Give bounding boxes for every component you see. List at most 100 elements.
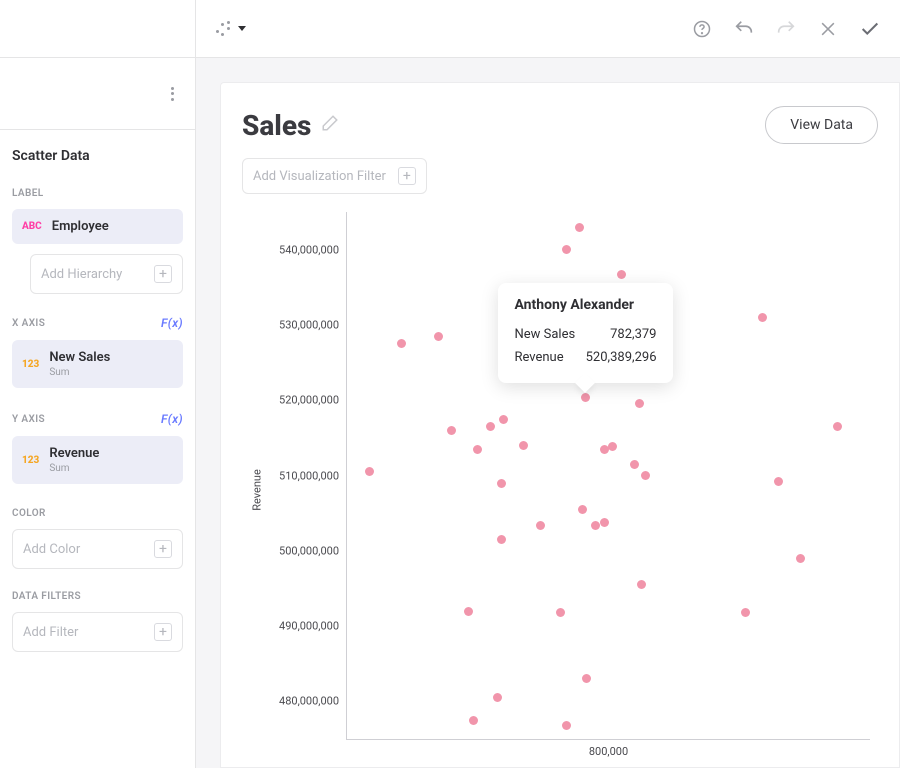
yaxis-heading-text: Y AXIS bbox=[12, 414, 45, 425]
add-color-button[interactable]: Add Color + bbox=[12, 529, 183, 569]
scatter-point[interactable] bbox=[486, 422, 495, 431]
scatter-plot[interactable]: 480,000,000490,000,000500,000,000510,000… bbox=[346, 212, 870, 740]
label-pill-text: Employee bbox=[52, 219, 109, 234]
scatter-point[interactable] bbox=[578, 505, 587, 514]
tooltip-value: 520,389,296 bbox=[586, 350, 657, 365]
plus-icon: + bbox=[154, 540, 172, 558]
scatter-point[interactable] bbox=[469, 716, 478, 725]
toolbar bbox=[196, 0, 900, 58]
scatter-point[interactable] bbox=[608, 442, 617, 451]
help-icon[interactable] bbox=[690, 17, 714, 41]
tooltip-name: Anthony Alexander bbox=[514, 297, 656, 313]
chart-card: Sales View Data Add Visualization Filter… bbox=[220, 82, 900, 768]
scatter-point[interactable] bbox=[591, 521, 600, 530]
scatter-point[interactable] bbox=[562, 721, 571, 730]
scatter-point[interactable] bbox=[562, 245, 571, 254]
scatter-point[interactable] bbox=[575, 223, 584, 232]
y-tick-label: 500,000,000 bbox=[279, 544, 339, 557]
yaxis-pill-agg: Sum bbox=[49, 463, 99, 474]
scatter-point[interactable] bbox=[635, 399, 644, 408]
scatter-point[interactable] bbox=[464, 607, 473, 616]
sidebar-menu-row bbox=[0, 58, 195, 130]
chevron-down-icon[interactable] bbox=[238, 26, 246, 31]
add-visualization-filter-button[interactable]: Add Visualization Filter + bbox=[242, 158, 427, 194]
scatter-point[interactable] bbox=[833, 422, 842, 431]
yaxis-pill-revenue[interactable]: 123 Revenue Sum bbox=[12, 436, 183, 484]
scatter-point[interactable] bbox=[499, 415, 508, 424]
confirm-icon[interactable] bbox=[858, 17, 882, 41]
add-filter-button[interactable]: Add Filter + bbox=[12, 612, 183, 652]
scatter-point[interactable] bbox=[774, 477, 783, 486]
scatter-point[interactable] bbox=[447, 426, 456, 435]
scatter-point[interactable] bbox=[536, 521, 545, 530]
add-color-text: Add Color bbox=[23, 542, 80, 557]
section-xaxis-heading: X AXIS F(x) bbox=[12, 316, 183, 330]
scatter-point[interactable] bbox=[641, 471, 650, 480]
tooltip-key: New Sales bbox=[514, 327, 575, 342]
chart-title: Sales bbox=[242, 109, 311, 142]
add-hierarchy-button[interactable]: Add Hierarchy + bbox=[30, 254, 183, 294]
filters-heading-text: DATA FILTERS bbox=[12, 591, 81, 602]
plus-icon: + bbox=[398, 167, 416, 185]
scatter-point[interactable] bbox=[617, 270, 626, 279]
view-data-button[interactable]: View Data bbox=[765, 106, 878, 144]
edit-title-icon[interactable] bbox=[321, 114, 339, 136]
section-filters-heading: DATA FILTERS bbox=[12, 591, 183, 602]
y-axis-title: Revenue bbox=[250, 469, 263, 511]
fx-icon[interactable]: F(x) bbox=[161, 412, 183, 426]
scatter-point[interactable] bbox=[581, 393, 590, 402]
vis-filter-text: Add Visualization Filter bbox=[253, 169, 386, 184]
add-filter-text: Add Filter bbox=[23, 625, 78, 640]
y-tick-label: 540,000,000 bbox=[279, 243, 339, 256]
x-tick-label: 800,000 bbox=[589, 745, 628, 758]
scatter-point[interactable] bbox=[397, 339, 406, 348]
xaxis-pill-agg: Sum bbox=[49, 367, 110, 378]
scatter-point[interactable] bbox=[365, 467, 374, 476]
xaxis-heading-text: X AXIS bbox=[12, 318, 45, 329]
scatter-point[interactable] bbox=[493, 693, 502, 702]
plus-icon: + bbox=[154, 265, 172, 283]
scatter-point[interactable] bbox=[758, 313, 767, 322]
scatter-point[interactable] bbox=[473, 445, 482, 454]
y-tick-label: 530,000,000 bbox=[279, 318, 339, 331]
chart-area: Revenue 480,000,000490,000,000500,000,00… bbox=[242, 212, 900, 768]
label-pill-employee[interactable]: ABC Employee bbox=[12, 209, 183, 244]
plus-icon: + bbox=[154, 623, 172, 641]
close-icon[interactable] bbox=[816, 17, 840, 41]
xaxis-pill-new-sales[interactable]: 123 New Sales Sum bbox=[12, 340, 183, 388]
scatter-point[interactable] bbox=[519, 441, 528, 450]
section-label-heading: LABEL bbox=[12, 188, 183, 199]
tooltip-key: Revenue bbox=[514, 350, 563, 365]
color-heading-text: COLOR bbox=[12, 508, 46, 519]
scatter-point[interactable] bbox=[497, 535, 506, 544]
numeric-icon: 123 bbox=[22, 359, 39, 370]
section-color-heading: COLOR bbox=[12, 508, 183, 519]
tooltip-value: 782,379 bbox=[610, 327, 656, 342]
y-tick-label: 480,000,000 bbox=[279, 695, 339, 708]
redo-icon[interactable] bbox=[774, 17, 798, 41]
sidebar-top-spacer bbox=[0, 0, 195, 58]
y-tick-label: 510,000,000 bbox=[279, 469, 339, 482]
chart-type-scatter-icon[interactable] bbox=[214, 20, 232, 38]
scatter-point[interactable] bbox=[582, 674, 591, 683]
xaxis-pill-text: New Sales bbox=[49, 350, 110, 365]
tooltip: Anthony Alexander New Sales 782,379 Revenue… bbox=[498, 283, 672, 383]
scatter-point[interactable] bbox=[434, 332, 443, 341]
more-menu-icon[interactable] bbox=[163, 85, 181, 103]
numeric-icon: 123 bbox=[22, 455, 39, 466]
fx-icon[interactable]: F(x) bbox=[161, 316, 183, 330]
scatter-point[interactable] bbox=[630, 460, 639, 469]
sidebar-title: Scatter Data bbox=[12, 148, 183, 164]
scatter-point[interactable] bbox=[497, 479, 506, 488]
scatter-point[interactable] bbox=[796, 554, 805, 563]
scatter-point[interactable] bbox=[600, 518, 609, 527]
section-yaxis-heading: Y AXIS F(x) bbox=[12, 412, 183, 426]
y-tick-label: 490,000,000 bbox=[279, 620, 339, 633]
scatter-point[interactable] bbox=[637, 580, 646, 589]
scatter-point[interactable] bbox=[741, 608, 750, 617]
abc-icon: ABC bbox=[22, 221, 42, 232]
add-hierarchy-text: Add Hierarchy bbox=[41, 267, 122, 282]
section-label-text: LABEL bbox=[12, 188, 44, 199]
undo-icon[interactable] bbox=[732, 17, 756, 41]
scatter-point[interactable] bbox=[556, 608, 565, 617]
